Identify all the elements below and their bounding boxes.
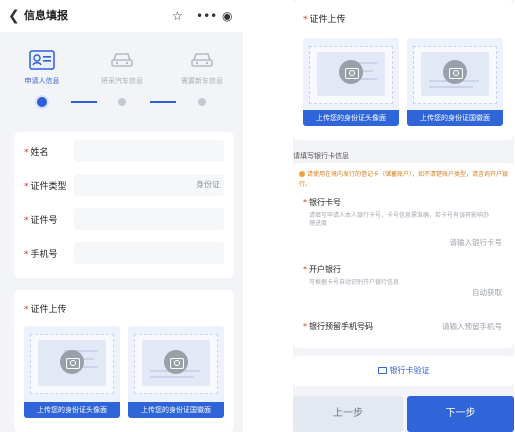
step-applicant[interactable]: 申请人信息 (10, 50, 74, 86)
info-icon (299, 171, 305, 177)
step-dot (118, 98, 126, 106)
bank-card-input[interactable]: 请输入银行卡号 (450, 238, 503, 248)
target-icon[interactable]: ◉ (222, 8, 232, 24)
left-screen: ❮ 信息填报 ☆ ••• ◉ 申请人信息 将采汽车信息 需置新车信息 * 姓名 … (0, 0, 243, 432)
id-back-upload[interactable]: 上传您的身份证国徽面 (128, 326, 224, 418)
id-number-label: 证件号 (30, 216, 58, 226)
page-title: 信息填报 (24, 9, 68, 22)
upload-card-right: * 证件上传 上传您的身份证头像面 上传您的身份证国徽面 (293, 0, 514, 140)
id-card-icon (29, 50, 55, 70)
bank-name-field: * 开户银行 可根据卡号自动识别开户银行信息 自动获取 (303, 265, 502, 298)
step-dot (198, 98, 206, 106)
camera-icon (164, 350, 188, 374)
applicant-form-card: * 姓名 * 证件类型 身份证 * 证件号 * 手机号 (14, 132, 234, 278)
notice-banner: 请使用在境内发行的借记卡（储蓄账户），如不清楚账户类型，请咨询开户银行。 (299, 170, 508, 190)
upload-title: 证件上传 (309, 15, 346, 25)
right-screen: * 证件上传 上传您的身份证头像面 上传您的身份证国徽面 请填写银行卡信息 请使… (293, 0, 514, 432)
step-connector (150, 101, 176, 103)
car-icon (111, 53, 133, 67)
bank-card-field: * 银行卡号 请填写申请人本人银行卡号，卡号信息需准确，若卡号有误将影响办理进度 … (303, 198, 503, 248)
upload-front-button[interactable]: 上传您的身份证头像面 (24, 402, 120, 418)
step-dot-active (37, 97, 47, 107)
bank-section-title: 请填写银行卡信息 (293, 152, 349, 160)
upload-back-button[interactable]: 上传您的身份证国徽面 (407, 110, 503, 126)
name-input[interactable] (74, 140, 224, 162)
top-bar: ❮ 信息填报 ☆ ••• ◉ (0, 0, 243, 32)
step-label: 将采汽车信息 (101, 77, 143, 85)
star-icon[interactable]: ☆ (172, 8, 183, 24)
form-row-phone: * 手机号 (14, 238, 234, 272)
camera-icon (60, 350, 84, 374)
bank-name-hint: 可根据卡号自动识别开户银行信息 (309, 279, 400, 286)
chevron-left-icon[interactable]: ❮ (8, 8, 22, 24)
bank-phone-label: 银行预留手机号码 (309, 322, 373, 331)
progress-steps: 申请人信息 将采汽车信息 需置新车信息 (0, 32, 243, 120)
upload-card-left: * 证件上传 上传您的身份证头像面 上传您的身份证国徽面 (14, 290, 234, 432)
screenshot-stage: ❮ 信息填报 ☆ ••• ◉ 申请人信息 将采汽车信息 需置新车信息 * 姓名 … (0, 0, 515, 432)
camera-icon (339, 60, 363, 84)
bank-phone-input[interactable]: 请输入预留手机号 (442, 322, 502, 332)
upload-back-button[interactable]: 上传您的身份证国徽面 (128, 402, 224, 418)
step-new-car[interactable]: 需置新车信息 (170, 50, 234, 86)
bank-card-hint: 请填写申请人本人银行卡号，卡号信息需准确，若卡号有误将影响办理进度 (309, 212, 490, 227)
phone-input[interactable] (74, 242, 224, 264)
upload-front-button[interactable]: 上传您的身份证头像面 (303, 110, 399, 126)
id-type-select[interactable]: 身份证 (74, 174, 224, 196)
phone-label: 手机号 (30, 250, 58, 260)
id-front-upload[interactable]: 上传您的身份证头像面 (24, 326, 120, 418)
notice-text: 请使用在境内发行的借记卡（储蓄账户），如不清楚账户类型，请咨询开户银行。 (299, 171, 509, 188)
prev-step-button[interactable]: 上一步 (293, 396, 403, 432)
id-back-upload[interactable]: 上传您的身份证国徽面 (407, 38, 503, 126)
name-label: 姓名 (30, 148, 49, 158)
upload-title: 证件上传 (30, 305, 67, 315)
form-row-id-type: * 证件类型 身份证 (14, 170, 234, 204)
bank-verify-button[interactable]: 银行卡验证 (293, 356, 514, 386)
more-dots-icon[interactable]: ••• (196, 8, 217, 24)
card-icon (377, 367, 387, 374)
id-number-input[interactable] (74, 208, 224, 230)
id-front-upload[interactable]: 上传您的身份证头像面 (303, 38, 399, 126)
step-label: 需置新车信息 (181, 77, 223, 85)
form-row-id-number: * 证件号 (14, 204, 234, 238)
car-icon (191, 53, 213, 67)
bank-name-input[interactable]: 自动获取 (472, 288, 502, 298)
verify-label: 银行卡验证 (389, 366, 430, 375)
bank-name-label: 开户银行 (309, 265, 341, 274)
step-scrap-car[interactable]: 将采汽车信息 (90, 50, 154, 86)
next-step-button[interactable]: 下一步 (407, 396, 514, 432)
id-type-label: 证件类型 (30, 182, 67, 192)
step-connector (71, 101, 97, 103)
camera-icon (443, 60, 467, 84)
step-label: 申请人信息 (24, 77, 60, 85)
bank-card-label: 银行卡号 (309, 198, 341, 207)
bank-phone-field: * 银行预留手机号码 请输入预留手机号 (303, 322, 502, 332)
form-row-name: * 姓名 (14, 136, 234, 170)
